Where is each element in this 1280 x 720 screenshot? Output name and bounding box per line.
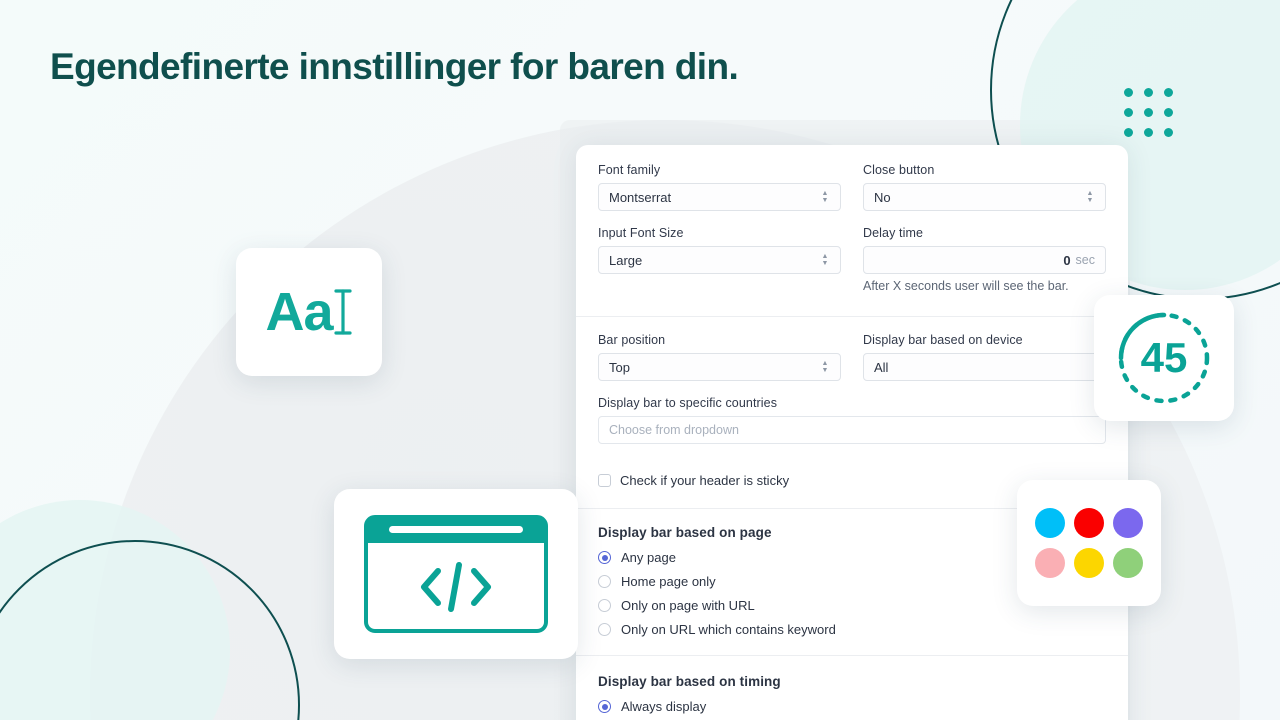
font-preview-text: Aa (265, 282, 333, 342)
countries-input[interactable]: Choose from dropdown (598, 416, 1106, 444)
browser-code-icon (364, 515, 548, 633)
decorative-outline-circle-bottom-left (0, 540, 300, 720)
display-device-label: Display bar based on device (863, 333, 1023, 347)
section-divider (576, 316, 1128, 317)
radio-any-page-indicator[interactable] (598, 551, 611, 564)
display-device-value: All (874, 359, 889, 375)
countries-label: Display bar to specific countries (598, 396, 778, 410)
font-family-value: Montserrat (609, 189, 672, 205)
delay-time-unit: sec (1075, 253, 1095, 267)
font-family-select[interactable]: Montserrat ▲ ▼ (598, 183, 841, 211)
field-close-button: Close button No ▲ ▼ (863, 163, 1106, 211)
display-timing-title: Display bar based on timing (598, 674, 781, 689)
delay-time-label: Delay time (863, 226, 924, 240)
bar-position-label: Bar position (598, 333, 666, 347)
radio-always-display-indicator[interactable] (598, 700, 611, 713)
field-display-device: Display bar based on device All (863, 333, 1106, 381)
field-delay-time: Delay time 0 sec After X seconds user wi… (863, 226, 1106, 293)
bar-position-select[interactable]: Top ▲ ▼ (598, 353, 841, 381)
radio-url-contains-keyword-label: Only on URL which contains keyword (621, 622, 836, 637)
chevron-updown-icon: ▲ ▼ (821, 190, 829, 204)
timer-value: 45 (1141, 334, 1188, 381)
close-button-select[interactable]: No ▲ ▼ (863, 183, 1106, 211)
section-divider (576, 655, 1128, 656)
close-button-label: Close button (863, 163, 935, 177)
browser-code-card (334, 489, 578, 659)
radio-always-display[interactable]: Always display (598, 699, 1106, 714)
color-swatch-green[interactable] (1113, 548, 1143, 578)
text-format-icon: Aa (265, 281, 352, 343)
chevron-updown-icon: ▲ ▼ (1086, 190, 1094, 204)
bar-settings-panel: Font family Montserrat ▲ ▼ Close button N… (576, 145, 1128, 720)
chevron-updown-icon: ▲ ▼ (821, 360, 829, 374)
sticky-header-label: Check if your header is sticky (620, 473, 790, 488)
input-font-size-select[interactable]: Large ▲ ▼ (598, 246, 841, 274)
font-preview-card: Aa (236, 248, 382, 376)
radio-page-with-url-label: Only on page with URL (621, 598, 755, 613)
promo-screenshot: Egendefinerte innstillinger for baren di… (0, 0, 1280, 720)
decorative-mint-circle-bottom-left (0, 500, 230, 720)
color-swatch-pink[interactable] (1035, 548, 1065, 578)
sticky-header-checkbox[interactable] (598, 474, 611, 487)
countries-placeholder: Choose from dropdown (609, 423, 739, 437)
countdown-timer-icon: 45 (1118, 312, 1210, 404)
page-title: Egendefinerte innstillinger for baren di… (50, 46, 739, 87)
field-font-family: Font family Montserrat ▲ ▼ (598, 163, 841, 211)
font-family-label: Font family (598, 163, 661, 177)
display-device-select[interactable]: All (863, 353, 1106, 381)
color-swatch-yellow[interactable] (1074, 548, 1104, 578)
bar-position-value: Top (609, 359, 630, 375)
radio-always-display-label: Always display (621, 699, 707, 714)
chevron-updown-icon: ▲ ▼ (821, 253, 829, 267)
text-cursor-icon (333, 289, 352, 335)
radio-url-contains-keyword[interactable]: Only on URL which contains keyword (598, 622, 1106, 637)
input-font-size-label: Input Font Size (598, 226, 684, 240)
field-input-font-size: Input Font Size Large ▲ ▼ (598, 226, 841, 293)
radio-page-with-url-indicator[interactable] (598, 599, 611, 612)
radio-home-page-only-label: Home page only (621, 574, 716, 589)
color-swatch-grid (1035, 508, 1143, 578)
radio-home-page-only-indicator[interactable] (598, 575, 611, 588)
delay-time-helper: After X seconds user will see the bar. (863, 279, 1069, 293)
display-timing-section: Display bar based on timing Always displ… (598, 674, 1106, 720)
delay-time-input[interactable]: 0 sec (863, 246, 1106, 274)
color-swatch-purple[interactable] (1113, 508, 1143, 538)
dot-grid-icon (1124, 88, 1175, 139)
delay-time-value: 0 (1063, 252, 1071, 268)
color-swatch-red[interactable] (1074, 508, 1104, 538)
color-palette-card (1017, 480, 1161, 606)
input-font-size-value: Large (609, 252, 643, 268)
radio-url-contains-keyword-indicator[interactable] (598, 623, 611, 636)
countdown-timer-card: 45 (1094, 295, 1234, 421)
field-countries: Display bar to specific countries Choose… (598, 396, 1106, 444)
color-swatch-cyan[interactable] (1035, 508, 1065, 538)
close-button-value: No (874, 189, 891, 205)
radio-any-page-label: Any page (621, 550, 676, 565)
field-bar-position: Bar position Top ▲ ▼ (598, 333, 841, 381)
